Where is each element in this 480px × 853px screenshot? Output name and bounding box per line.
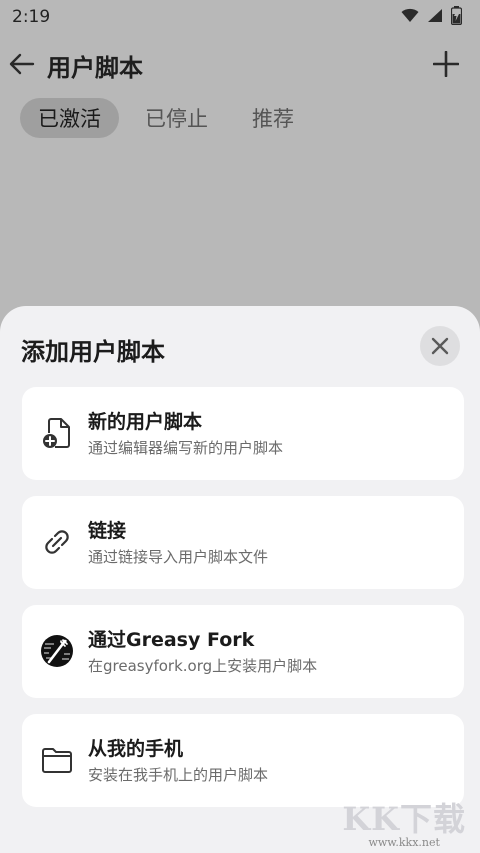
option-description: 通过编辑器编写新的用户脚本 [88, 439, 284, 457]
arrow-left-icon [9, 53, 35, 75]
app-bar: 用户脚本 [0, 40, 480, 88]
status-icons [401, 5, 463, 29]
option-label: 通过Greasy Fork [88, 629, 255, 651]
option-greasy-fork[interactable]: 通过Greasy Fork 在greasyfork.org上安装用户脚本 [22, 605, 464, 698]
link-icon [40, 525, 74, 559]
wifi-icon [401, 8, 419, 27]
option-label: 新的用户脚本 [88, 411, 203, 433]
sheet-title: 添加用户脚本 [21, 338, 165, 366]
option-link[interactable]: 链接 通过链接导入用户脚本文件 [22, 496, 464, 589]
option-description: 在greasyfork.org上安装用户脚本 [88, 657, 318, 675]
add-script-sheet: 添加用户脚本 新的用户脚本 通过编辑器编写新的用户脚本 链接 通过链接导入用户脚… [0, 306, 480, 853]
status-time: 2:19 [12, 7, 51, 27]
tab-bar: 已激活 已停止 推荐 [20, 98, 312, 138]
add-script-button[interactable] [428, 46, 464, 82]
tab-active[interactable]: 已激活 [20, 98, 119, 138]
signal-icon [427, 8, 443, 27]
tab-stopped[interactable]: 已停止 [127, 98, 226, 138]
watermark-brand: KK下载 [342, 800, 466, 838]
status-bar: 2:19 [0, 0, 480, 34]
watermark: KK下载 www.kkx.net [342, 794, 466, 849]
option-label: 从我的手机 [88, 738, 184, 760]
page-title: 用户脚本 [47, 54, 143, 82]
close-button[interactable] [420, 326, 460, 366]
greasy-fork-icon [40, 634, 74, 668]
battery-charging-icon [450, 5, 463, 29]
close-icon [431, 337, 449, 355]
plus-icon [433, 51, 459, 77]
option-description: 通过链接导入用户脚本文件 [88, 548, 269, 566]
tab-recommended[interactable]: 推荐 [234, 98, 312, 138]
option-description: 安装在我手机上的用户脚本 [88, 766, 269, 784]
new-file-icon [40, 416, 74, 450]
back-button[interactable] [6, 48, 38, 80]
folder-icon [40, 743, 74, 777]
option-label: 链接 [88, 520, 127, 542]
option-new-script[interactable]: 新的用户脚本 通过编辑器编写新的用户脚本 [22, 387, 464, 480]
